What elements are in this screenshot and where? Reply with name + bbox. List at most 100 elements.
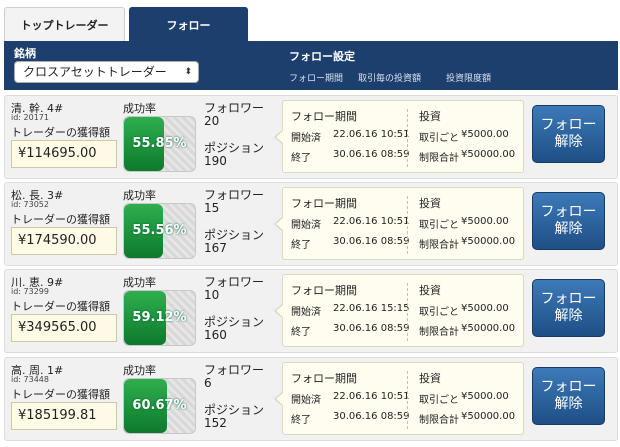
limit-total-value: ¥50000.00 (461, 149, 516, 160)
limit-total-value: ¥50000.00 (461, 236, 516, 247)
ended-label: 終了 (291, 153, 311, 164)
trader-id: id: 73448 (11, 375, 49, 384)
unfollow-button[interactable]: フォロー 解除 (532, 279, 605, 337)
unfollow-label-2: 解除 (554, 396, 583, 412)
success-rate-gauge: 55.56% (123, 203, 196, 259)
success-rate-label: 成功率 (123, 276, 156, 289)
earnings-value: ¥349565.00 (11, 314, 117, 342)
unfollow-button[interactable]: フォロー 解除 (532, 192, 605, 250)
followers-count: 15 (204, 201, 220, 215)
positions-count: 160 (204, 328, 227, 342)
earnings-label: トレーダーの獲得額 (11, 213, 110, 226)
trader-id: id: 73299 (11, 287, 49, 296)
tab-top-traders[interactable]: トップトレーダー (4, 7, 125, 42)
started-label: 開始済 (291, 220, 321, 231)
success-rate-label: 成功率 (123, 102, 156, 115)
limit-total-label: 制限合計 (419, 327, 459, 338)
success-rate-gauge: 55.85% (123, 116, 196, 172)
investment-label: 投資 (419, 372, 441, 385)
follow-period-label: フォロー期間 (291, 372, 357, 385)
trader-row: 清. 幹. 4# id: 20171 トレーダーの獲得額 ¥114695.00 … (4, 95, 618, 179)
followers-count: 10 (204, 288, 220, 302)
limit-total-label: 制限合計 (419, 415, 459, 426)
positions-count: 167 (204, 241, 227, 255)
success-rate-gauge: 59.12% (123, 290, 196, 346)
positions-count: 190 (204, 154, 227, 168)
col-per-trade: 取引毎の投資額 (358, 74, 422, 84)
start-datetime: 22.06.16 10:51 (333, 129, 410, 140)
trader-id: id: 20171 (11, 113, 49, 122)
investment-label: 投資 (419, 110, 441, 123)
limit-total-value: ¥50000.00 (461, 411, 516, 422)
started-label: 開始済 (291, 395, 321, 406)
followers-count: 20 (204, 114, 220, 128)
ended-label: 終了 (291, 240, 311, 251)
follow-detail-box: フォロー期間 開始済 22.06.16 15:15 終了 30.06.16 08… (274, 274, 524, 347)
trader-row: 高. 周. 1# id: 73448 トレーダーの獲得額 ¥185199.81 … (4, 357, 618, 441)
started-label: 開始済 (291, 307, 321, 318)
detail-divider (407, 196, 408, 254)
investment-label: 投資 (419, 197, 441, 210)
success-rate-label: 成功率 (123, 364, 156, 377)
start-datetime: 22.06.16 10:51 (333, 216, 410, 227)
start-datetime: 22.06.16 10:51 (333, 391, 410, 402)
col-follow-period: フォロー期間 (289, 74, 344, 84)
success-rate-label: 成功率 (123, 189, 156, 202)
follow-detail-box: フォロー期間 開始済 22.06.16 10:51 終了 30.06.16 08… (274, 100, 524, 173)
earnings-label: トレーダーの獲得額 (11, 300, 110, 313)
symbol-select[interactable]: クロスアセットトレーダー ⬍ (14, 61, 199, 83)
ended-label: 終了 (291, 327, 311, 338)
end-datetime: 30.06.16 08:59 (333, 411, 410, 422)
success-rate-value: 55.56% (132, 223, 187, 238)
updown-caret-icon: ⬍ (184, 67, 192, 77)
per-trade-label: 取引ごと (419, 220, 459, 231)
unfollow-button[interactable]: フォロー 解除 (532, 367, 605, 425)
trader-row: 松. 長. 3# id: 73052 トレーダーの獲得額 ¥174590.00 … (4, 182, 618, 266)
investment-label: 投資 (419, 284, 441, 297)
detail-divider (407, 371, 408, 429)
earnings-value: ¥185199.81 (11, 402, 117, 430)
unfollow-label-1: フォロー (540, 291, 597, 307)
per-trade-label: 取引ごと (419, 307, 459, 318)
trader-row: 川. 恵. 9# id: 73299 トレーダーの獲得額 ¥349565.00 … (4, 269, 618, 353)
earnings-value: ¥114695.00 (11, 140, 117, 168)
per-trade-value: ¥5000.00 (461, 391, 509, 402)
positions-count: 152 (204, 416, 227, 430)
per-trade-value: ¥5000.00 (461, 303, 509, 314)
success-rate-value: 59.12% (132, 310, 187, 325)
unfollow-label-2: 解除 (554, 221, 583, 237)
follow-period-label: フォロー期間 (291, 284, 357, 297)
end-datetime: 30.06.16 08:59 (333, 149, 410, 160)
earnings-label: トレーダーの獲得額 (11, 388, 110, 401)
success-rate-gauge: 60.67% (123, 378, 196, 434)
started-label: 開始済 (291, 133, 321, 144)
unfollow-label-2: 解除 (554, 308, 583, 324)
follow-period-label: フォロー期間 (291, 197, 357, 210)
start-datetime: 22.06.16 15:15 (333, 303, 410, 314)
col-limit: 投資限度額 (446, 74, 492, 84)
unfollow-label-1: フォロー (540, 117, 597, 133)
per-trade-value: ¥5000.00 (461, 129, 509, 140)
list-header: 銘柄 クロスアセットトレーダー ⬍ フォロー設定 フォロー期間 取引毎の投資額 … (4, 41, 618, 90)
follow-period-label: フォロー期間 (291, 110, 357, 123)
per-trade-value: ¥5000.00 (461, 216, 509, 227)
follow-settings-title: フォロー設定 (289, 50, 355, 63)
symbol-label: 銘柄 (14, 47, 36, 60)
success-rate-value: 60.67% (132, 398, 187, 413)
per-trade-label: 取引ごと (419, 395, 459, 406)
end-datetime: 30.06.16 08:59 (333, 323, 410, 334)
symbol-select-value: クロスアセットトレーダー (23, 65, 167, 79)
detail-divider (407, 109, 408, 167)
follow-detail-box: フォロー期間 開始済 22.06.16 10:51 終了 30.06.16 08… (274, 187, 524, 260)
earnings-label: トレーダーの獲得額 (11, 126, 110, 139)
follow-detail-box: フォロー期間 開始済 22.06.16 10:51 終了 30.06.16 08… (274, 362, 524, 435)
success-rate-value: 55.85% (132, 136, 187, 151)
trader-id: id: 73052 (11, 200, 49, 209)
tab-follow[interactable]: フォロー (129, 7, 248, 42)
end-datetime: 30.06.16 08:59 (333, 236, 410, 247)
unfollow-button[interactable]: フォロー 解除 (532, 105, 605, 163)
limit-total-value: ¥50000.00 (461, 323, 516, 334)
detail-divider (407, 283, 408, 341)
unfollow-label-1: フォロー (540, 204, 597, 220)
followers-label: フォロワー (204, 363, 265, 377)
